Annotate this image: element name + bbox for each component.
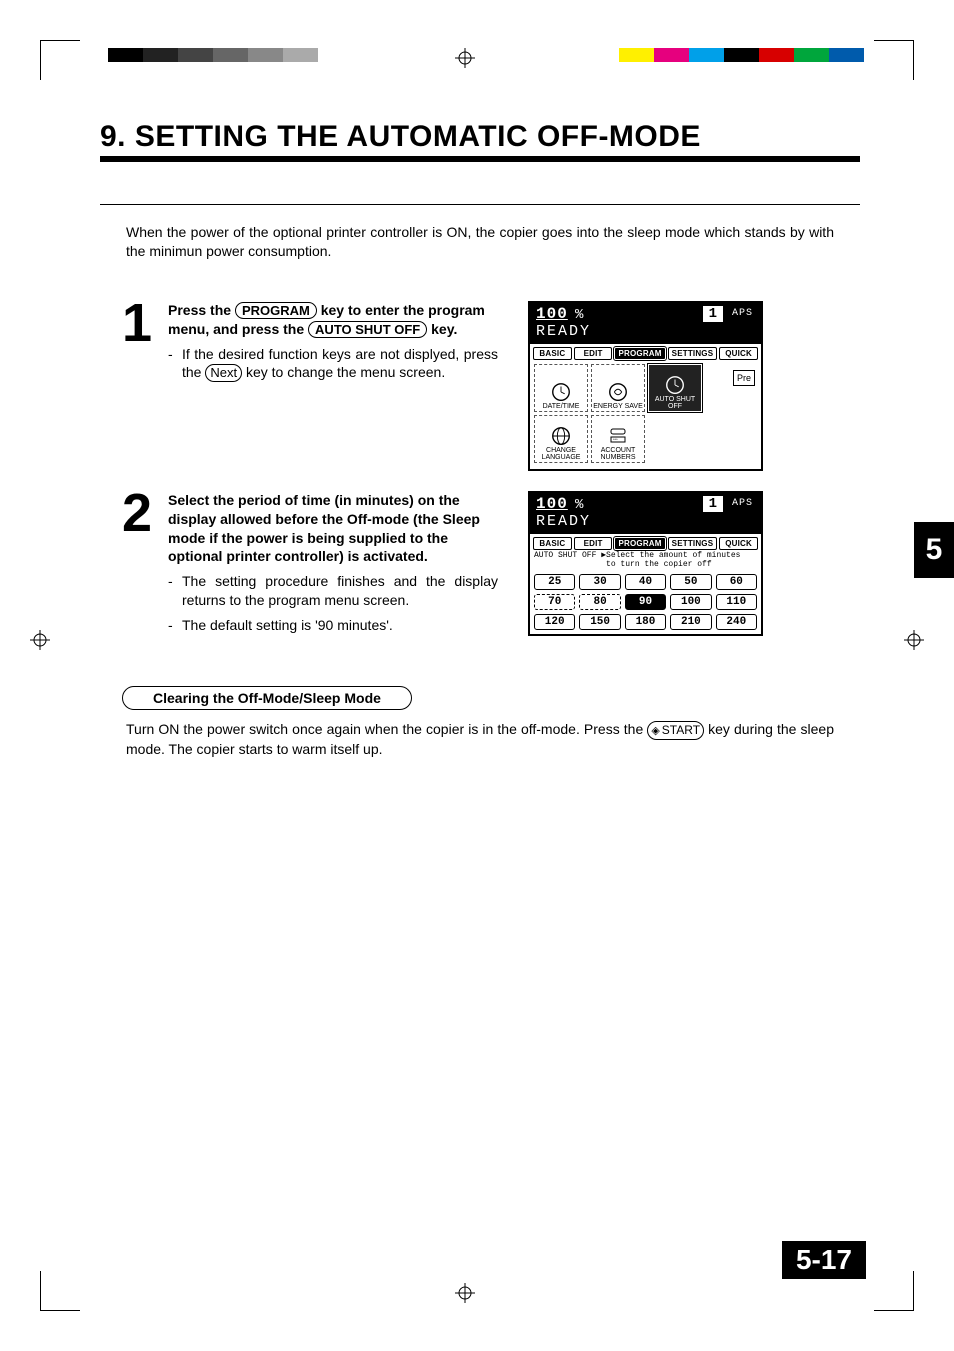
copy-count: 1 (703, 496, 723, 512)
minutes-option-100: 100 (670, 594, 711, 610)
tab-edit: EDIT (574, 537, 613, 550)
minutes-option-210: 210 (670, 614, 711, 630)
color-bar (619, 48, 864, 62)
tab-quick: QUICK (719, 537, 758, 550)
step-number: 2 (122, 491, 164, 537)
next-key: Next (205, 364, 242, 382)
start-key: START (647, 721, 704, 740)
step2-text: Select the period of time (in minutes) o… (168, 492, 480, 565)
program-key: PROGRAM (235, 302, 317, 320)
crop-mark (40, 40, 80, 80)
copy-count: 1 (703, 306, 723, 322)
auto-shut-off-key: AUTO SHUT OFF (308, 321, 427, 339)
registration-mark-icon (455, 48, 475, 68)
minutes-option-30: 30 (579, 574, 620, 590)
display-screenshot-2: 100 % 1 APS READY BASIC EDIT PROGRAM SET… (528, 491, 763, 637)
step2-bullet: The default setting is '90 minutes'. (182, 616, 393, 635)
svg-text:***_: ***_ (613, 437, 621, 442)
registration-mark-icon (455, 1283, 475, 1303)
divider (100, 204, 860, 205)
crop-mark (874, 1271, 914, 1311)
registration-mark-icon (904, 630, 924, 650)
instruction-text: to turn the copier off (606, 560, 712, 569)
minutes-option-25: 25 (534, 574, 575, 590)
crop-mark (40, 1271, 80, 1311)
tab-edit: EDIT (574, 347, 613, 360)
pre-button: Pre (733, 370, 755, 386)
display-screenshot-1: 100 % 1 APS READY BASIC EDIT PROGRAM SET… (528, 301, 763, 471)
aps-label: APS (732, 498, 753, 509)
auto-shut-off-button: AUTO SHUT OFF (648, 364, 702, 412)
grayscale-bar (108, 48, 318, 62)
minutes-option-150: 150 (579, 614, 620, 630)
step1-bullet: key to change the menu screen. (246, 364, 445, 380)
tab-quick: QUICK (719, 347, 758, 360)
bullet-dash: - (168, 616, 182, 635)
instruction-text: AUTO SHUT OFF ▶Select the amount of minu… (534, 551, 740, 560)
page-number: 5-17 (782, 1241, 866, 1279)
minutes-option-40: 40 (625, 574, 666, 590)
tab-basic: BASIC (533, 537, 572, 550)
minutes-option-110: 110 (716, 594, 757, 610)
registration-mark-icon (30, 630, 50, 650)
change-language-button: CHANGE LANGUAGE (534, 415, 588, 463)
clearing-text: Turn ON the power switch once again when… (126, 721, 647, 737)
minutes-option-70: 70 (534, 594, 575, 610)
tab-basic: BASIC (533, 347, 572, 360)
zoom-value: 100 (536, 305, 568, 323)
section-heading-pill: Clearing the Off-Mode/Sleep Mode (122, 686, 412, 710)
date-time-button: DATE/TIME (534, 364, 588, 412)
aps-label: APS (732, 308, 753, 319)
percent-label: % (575, 497, 583, 513)
minutes-option-90: 90 (625, 594, 666, 610)
minutes-option-80: 80 (579, 594, 620, 610)
ready-label: READY (536, 513, 591, 530)
tab-program: PROGRAM (614, 347, 665, 360)
energy-save-button: ENERGY SAVE (591, 364, 645, 412)
minutes-option-50: 50 (670, 574, 711, 590)
account-numbers-button: ***_ ACCOUNT NUMBERS (591, 415, 645, 463)
chapter-tab: 5 (914, 522, 954, 578)
bullet-dash: - (168, 572, 182, 610)
minutes-option-120: 120 (534, 614, 575, 630)
minutes-option-240: 240 (716, 614, 757, 630)
minutes-option-60: 60 (716, 574, 757, 590)
step2-bullet: The setting procedure finishes and the d… (182, 572, 498, 610)
tab-settings: SETTINGS (668, 347, 718, 360)
zoom-value: 100 (536, 495, 568, 513)
step1-text: Press the (168, 302, 235, 318)
minutes-grid: 2530 4050 60 7080 90100 110 120150 180210 240 (530, 572, 761, 634)
step1-text: key. (431, 321, 457, 337)
crop-mark (874, 40, 914, 80)
tab-settings: SETTINGS (668, 537, 718, 550)
bullet-dash: - (168, 345, 182, 383)
page-title: 9. SETTING THE AUTOMATIC OFF-MODE (100, 120, 860, 162)
step-number: 1 (122, 301, 164, 347)
tab-program: PROGRAM (614, 537, 665, 550)
ready-label: READY (536, 323, 591, 340)
minutes-option-180: 180 (625, 614, 666, 630)
intro-paragraph: When the power of the optional printer c… (126, 223, 834, 261)
percent-label: % (575, 307, 583, 323)
